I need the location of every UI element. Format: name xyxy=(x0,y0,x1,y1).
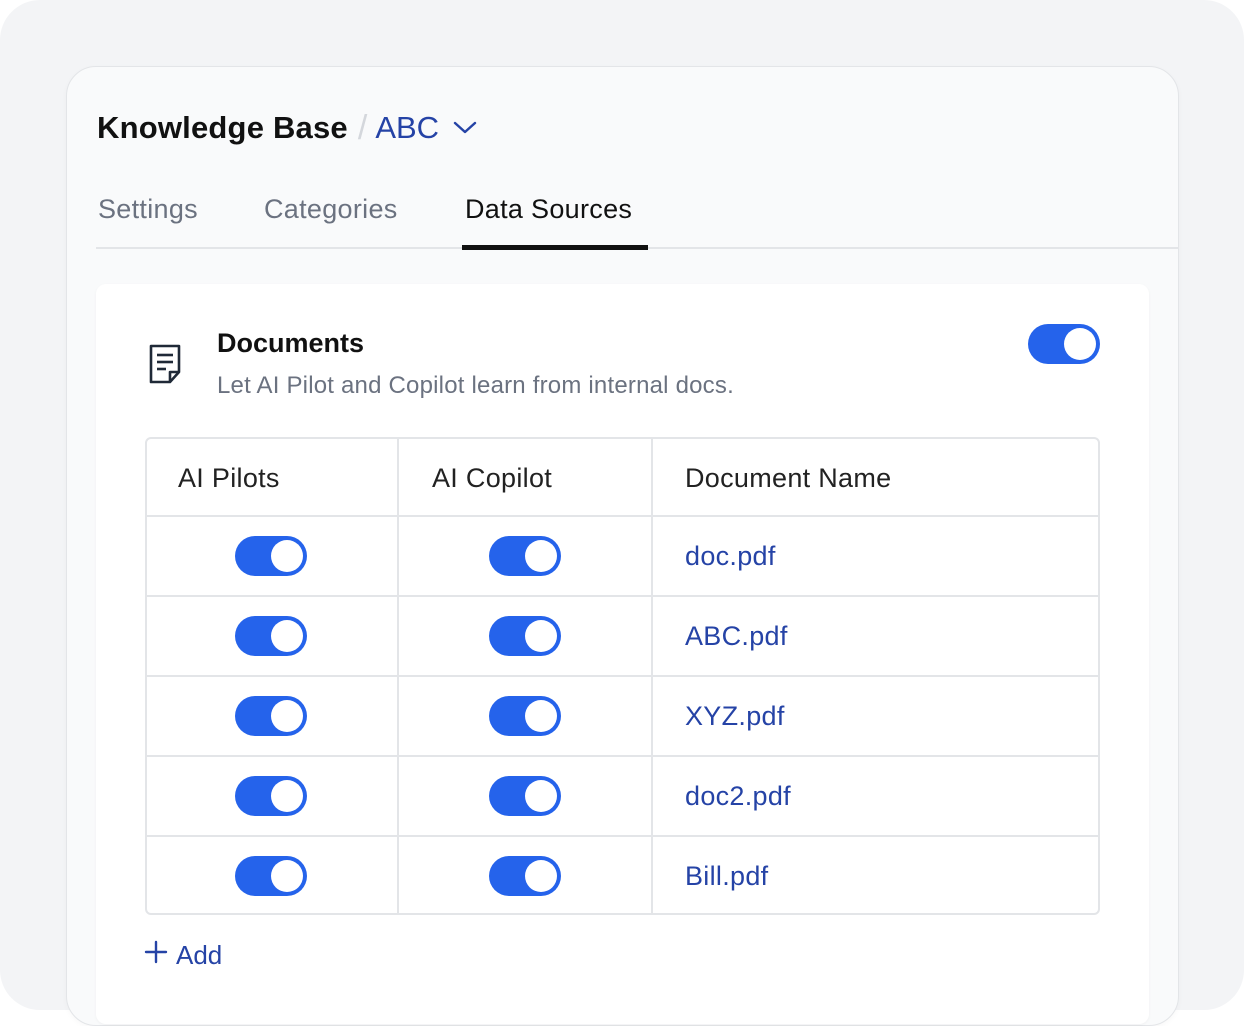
ai-copilot-toggle[interactable] xyxy=(489,616,561,656)
tab-bar: Settings Categories Data Sources xyxy=(96,186,1179,250)
document-name-link[interactable]: XYZ.pdf xyxy=(685,701,785,732)
add-document-button[interactable]: Add xyxy=(144,940,222,971)
ai-copilot-toggle[interactable] xyxy=(489,776,561,816)
breadcrumb-current[interactable]: ABC xyxy=(375,110,439,146)
documents-enabled-toggle[interactable] xyxy=(1028,324,1100,364)
breadcrumb-separator: / xyxy=(357,108,368,147)
row-divider xyxy=(147,835,1098,837)
documents-table: AI Pilots AI Copilot Document Name doc.p… xyxy=(145,437,1100,915)
row-divider xyxy=(147,675,1098,677)
document-name-link[interactable]: Bill.pdf xyxy=(685,861,768,892)
ai-copilot-toggle[interactable] xyxy=(489,856,561,896)
section-description: Let AI Pilot and Copilot learn from inte… xyxy=(217,372,734,399)
ai-pilots-toggle[interactable] xyxy=(235,536,307,576)
chevron-down-icon[interactable] xyxy=(453,121,477,135)
row-divider xyxy=(147,515,1098,517)
ai-pilots-toggle[interactable] xyxy=(235,856,307,896)
tab-data-sources[interactable]: Data Sources xyxy=(465,194,632,225)
tab-settings[interactable]: Settings xyxy=(98,194,198,225)
breadcrumb: Knowledge Base / ABC xyxy=(97,108,477,148)
document-name-link[interactable]: ABC.pdf xyxy=(685,621,788,652)
ai-pilots-toggle[interactable] xyxy=(235,696,307,736)
document-name-link[interactable]: doc2.pdf xyxy=(685,781,791,812)
add-label: Add xyxy=(176,940,223,970)
document-icon xyxy=(148,344,182,389)
document-name-link[interactable]: doc.pdf xyxy=(685,541,776,572)
breadcrumb-root[interactable]: Knowledge Base xyxy=(97,110,348,146)
section-title: Documents xyxy=(217,328,365,358)
row-divider xyxy=(147,595,1098,597)
active-tab-indicator xyxy=(462,245,648,250)
row-divider xyxy=(147,755,1098,757)
ai-pilots-toggle[interactable] xyxy=(235,776,307,816)
ai-copilot-toggle[interactable] xyxy=(489,696,561,736)
column-header-ai-copilot: AI Copilot xyxy=(432,462,553,493)
plus-icon xyxy=(144,940,168,971)
tab-categories[interactable]: Categories xyxy=(264,194,398,225)
ai-pilots-toggle[interactable] xyxy=(235,616,307,656)
column-header-document-name: Document Name xyxy=(685,462,892,493)
column-header-ai-pilots: AI Pilots xyxy=(178,462,280,493)
ai-copilot-toggle[interactable] xyxy=(489,536,561,576)
